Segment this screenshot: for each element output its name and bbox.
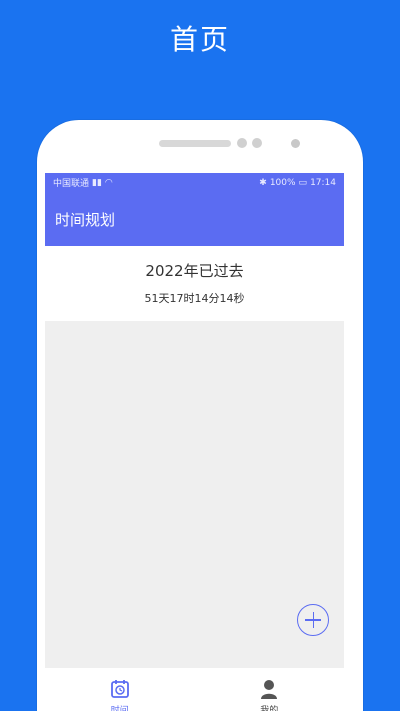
phone-camera bbox=[252, 138, 262, 148]
status-bar: 中国联通 ▮▮ ◠ ✱ 100% ▭ 17:14 bbox=[45, 173, 344, 192]
nav-item-mine[interactable]: 我的 bbox=[195, 668, 345, 711]
wifi-icon: ◠ bbox=[104, 177, 113, 188]
calendar-clock-icon bbox=[110, 680, 129, 698]
app-bar-title: 时间规划 bbox=[55, 210, 116, 229]
phone-frame: 中国联通 ▮▮ ◠ ✱ 100% ▭ 17:14 时间规划 2022年已过去 5… bbox=[37, 120, 363, 711]
elapsed-time-text: 51天17时14分14秒 bbox=[144, 292, 245, 305]
plan-list[interactable] bbox=[45, 321, 344, 668]
battery-icon: ▭ bbox=[298, 177, 308, 188]
year-progress-text: 2022年已过去 bbox=[145, 262, 244, 280]
phone-sensor bbox=[237, 138, 247, 148]
nav-label-time: 时间 bbox=[110, 706, 129, 711]
phone-sensor-right bbox=[291, 139, 300, 148]
status-time: 17:14 bbox=[310, 177, 336, 188]
promo-title: 首页 bbox=[169, 23, 230, 56]
user-icon bbox=[261, 680, 278, 699]
year-progress-summary: 2022年已过去 51天17时14分14秒 bbox=[45, 246, 344, 321]
bluetooth-icon: ✱ bbox=[259, 177, 267, 188]
add-plan-button[interactable] bbox=[297, 604, 329, 636]
signal-icon: ▮▮ bbox=[92, 177, 102, 188]
app-bar: 时间规划 bbox=[45, 192, 344, 246]
nav-item-time[interactable]: 时间 bbox=[45, 668, 195, 711]
nav-label-mine: 我的 bbox=[260, 706, 279, 711]
battery-percent: 100% bbox=[269, 177, 296, 188]
bottom-nav: 时间 我的 bbox=[45, 668, 344, 711]
phone-screen: 中国联通 ▮▮ ◠ ✱ 100% ▭ 17:14 时间规划 2022年已过去 5… bbox=[45, 173, 344, 711]
carrier-label: 中国联通 bbox=[53, 179, 90, 189]
phone-speaker bbox=[159, 140, 231, 147]
